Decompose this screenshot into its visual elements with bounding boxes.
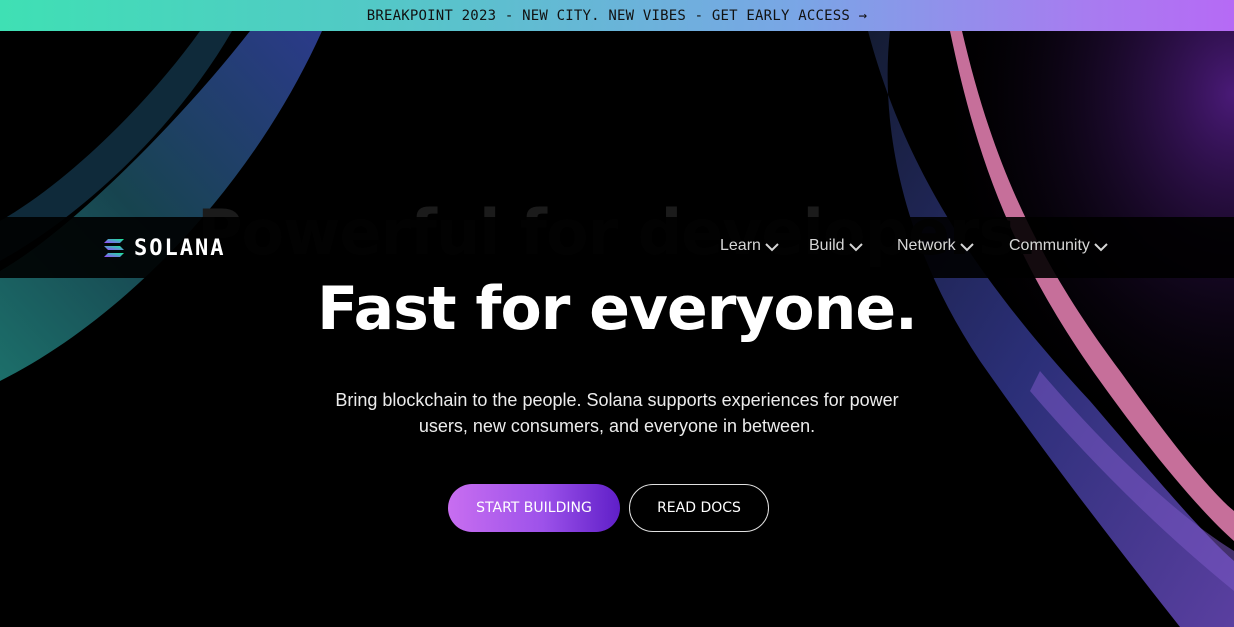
start-building-button[interactable]: START BUILDING [448, 484, 620, 532]
chevron-down-icon [848, 242, 863, 251]
solana-logo[interactable]: SOLANA [104, 235, 226, 261]
chevron-down-icon [1094, 242, 1108, 251]
hero-subtext: Bring blockchain to the people. Solana s… [335, 390, 899, 436]
nav-item-label: Build [809, 237, 845, 254]
nav-item-label: Learn [720, 237, 761, 254]
nav-links: Learn Build Network Community [720, 237, 1138, 255]
main-navbar: SOLANA Learn Build Network Community [0, 217, 1234, 278]
nav-item-label: Network [897, 237, 956, 254]
nav-item-build[interactable]: Build [809, 237, 867, 255]
read-docs-button[interactable]: READ DOCS [629, 484, 769, 532]
chevron-down-icon [765, 242, 779, 251]
announcement-banner[interactable]: BREAKPOINT 2023 - NEW CITY. NEW VIBES - … [0, 0, 1234, 31]
nav-item-network[interactable]: Network [897, 237, 979, 255]
nav-item-community[interactable]: Community [1009, 237, 1108, 255]
nav-item-label: Community [1009, 237, 1090, 254]
logo-wordmark: SOLANA [134, 235, 226, 261]
solana-logo-icon [104, 239, 124, 257]
hero-headline: Fast for everyone. [317, 274, 918, 344]
chevron-down-icon [959, 242, 974, 251]
nav-item-learn[interactable]: Learn [720, 237, 779, 255]
